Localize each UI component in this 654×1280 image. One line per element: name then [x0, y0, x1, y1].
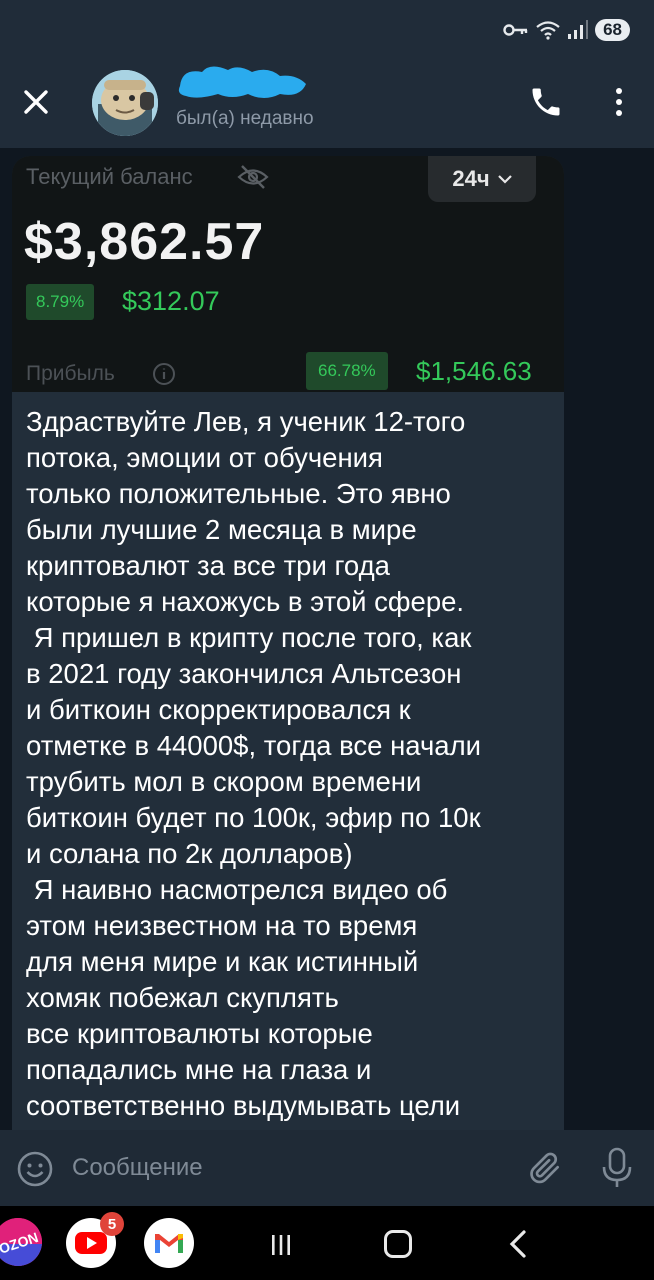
youtube-notification-badge: 5: [100, 1212, 124, 1236]
message-text: Здраствуйте Лев, я ученик 12-того потока…: [26, 406, 481, 1121]
key-icon: [503, 24, 528, 36]
system-navigation-bar: OZON 5: [0, 1206, 654, 1280]
emoji-icon: [17, 1151, 53, 1187]
gmail-logo: [155, 1234, 183, 1253]
change-amount: $312.07: [122, 286, 220, 316]
status-bar: 68: [0, 0, 654, 58]
message-composer: [0, 1130, 654, 1206]
avatar-image: [92, 70, 158, 136]
balance-label: Текущий баланс: [26, 164, 193, 189]
attach-icon: [530, 1152, 560, 1184]
mic-icon: [602, 1147, 632, 1187]
wifi-icon: [536, 21, 560, 40]
profit-label: Прибыль: [26, 362, 115, 385]
gmail-app-icon[interactable]: [144, 1218, 194, 1268]
signal-icon: [568, 20, 589, 39]
more-vertical-icon: [616, 88, 622, 94]
period-selector: 24ч: [428, 156, 536, 202]
chevron-down-icon: [497, 175, 512, 184]
ozon-app-icon[interactable]: OZON: [0, 1218, 42, 1266]
ozon-logo: OZON: [0, 1218, 42, 1266]
profit-percent-badge: 66.78%: [306, 352, 388, 390]
message-bubble[interactable]: Текущий баланс 24ч $3,862.57 8.79% $312.…: [12, 156, 564, 1130]
contact-name-redacted: [178, 66, 306, 98]
profit-amount: $1,546.63: [416, 356, 532, 386]
change-percent-badge: 8.79%: [26, 284, 95, 320]
status-icons: 68: [503, 18, 630, 42]
home-icon[interactable]: [384, 1230, 412, 1258]
chat-area[interactable]: Текущий баланс 24ч $3,862.57 8.79% $312.…: [0, 148, 654, 1130]
call-button[interactable]: [528, 84, 564, 120]
phone-icon: [532, 88, 560, 116]
close-icon: [24, 90, 48, 114]
close-button[interactable]: [20, 86, 52, 118]
voice-message-button[interactable]: [600, 1146, 634, 1190]
eye-off-icon: [237, 165, 269, 189]
more-options-button[interactable]: [604, 84, 634, 120]
battery-level: 68: [595, 19, 630, 41]
attach-button[interactable]: [526, 1148, 564, 1188]
message-photo[interactable]: Текущий баланс 24ч $3,862.57 8.79% $312.…: [12, 156, 564, 392]
last-seen-status: был(а) недавно: [176, 108, 314, 129]
emoji-button[interactable]: [16, 1150, 54, 1188]
period-label: 24ч: [452, 166, 490, 191]
chat-header: был(а) недавно: [0, 58, 654, 148]
contact-avatar[interactable]: [92, 70, 158, 136]
balance-value: $3,862.57: [24, 213, 265, 271]
back-icon[interactable]: [504, 1228, 532, 1260]
message-input[interactable]: [72, 1148, 492, 1188]
recents-icon[interactable]: [268, 1232, 294, 1258]
info-icon: [153, 363, 175, 385]
